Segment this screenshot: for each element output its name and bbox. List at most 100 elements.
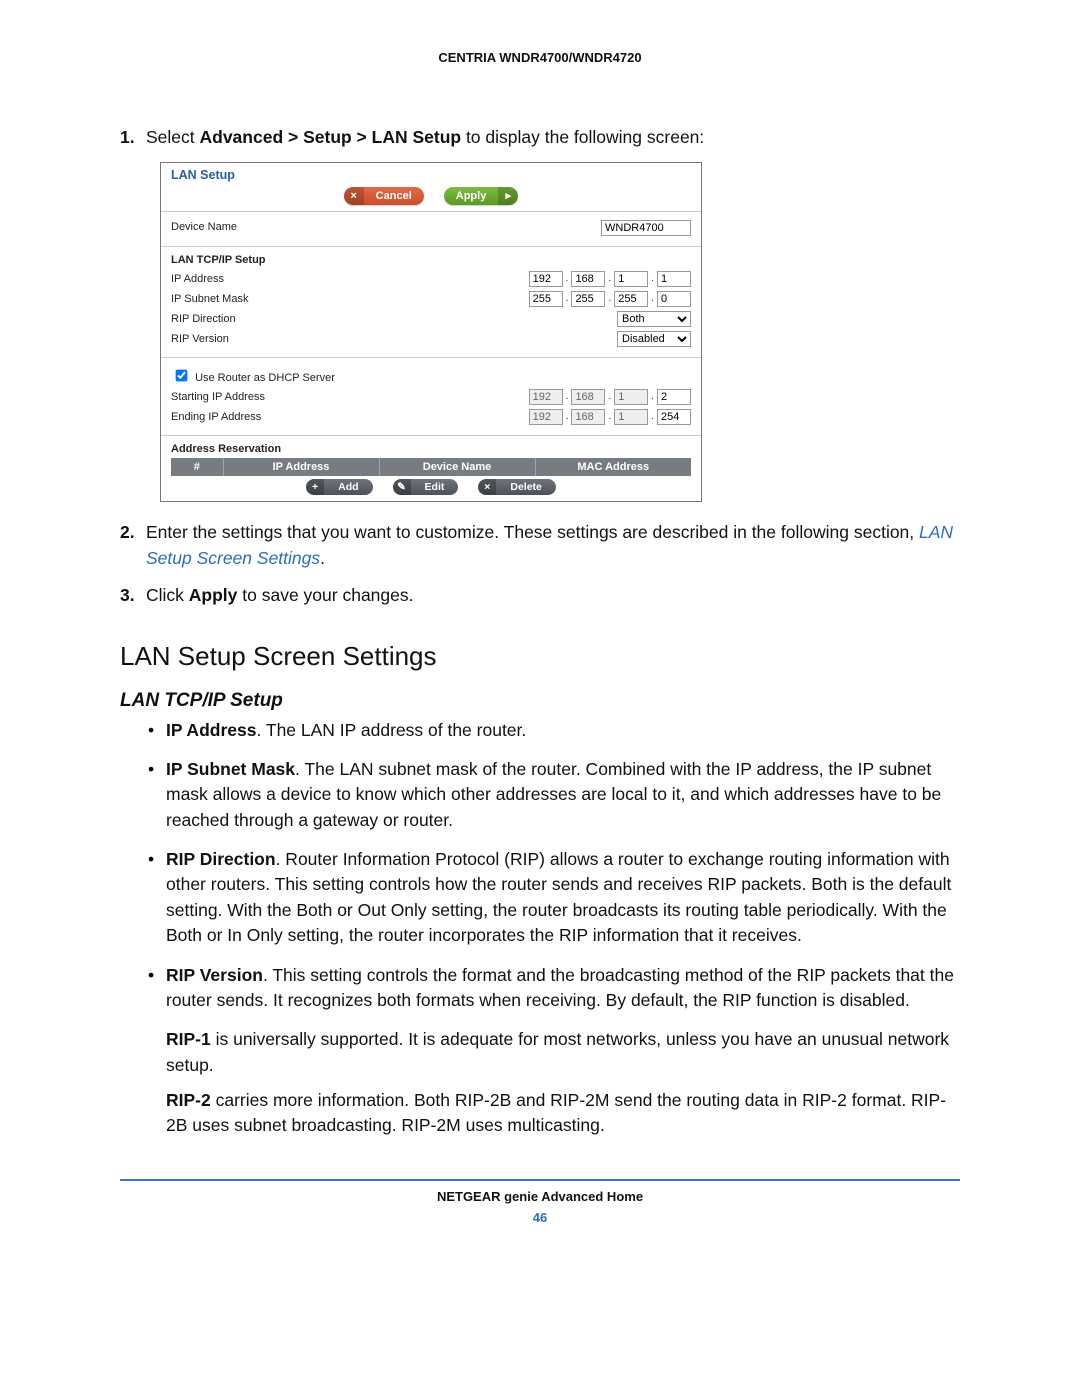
- close-icon: ×: [344, 187, 364, 205]
- start-octet-3: [614, 389, 648, 405]
- ip-address-inputs: . . .: [529, 271, 691, 287]
- start-ip-row: Starting IP Address . . .: [171, 387, 691, 407]
- step-1-pre: Select: [146, 127, 200, 147]
- subsection-heading: LAN TCP/IP Setup: [120, 690, 960, 712]
- step-2-post: .: [320, 548, 325, 568]
- subnet-row: IP Subnet Mask . . .: [171, 289, 691, 309]
- bullet-ip-address-text: . The LAN IP address of the router.: [256, 720, 526, 740]
- start-octet-4[interactable]: [657, 389, 691, 405]
- bullet-rip-direction-term: RIP Direction: [166, 849, 276, 869]
- bullet-rip-version-text: . This setting controls the format and t…: [166, 965, 954, 1010]
- subnet-octet-1[interactable]: [529, 291, 563, 307]
- footer-page-number: 46: [120, 1210, 960, 1225]
- subnet-octet-3[interactable]: [614, 291, 648, 307]
- end-octet-1: [529, 409, 563, 425]
- rip-version-select[interactable]: Disabled: [617, 331, 691, 347]
- dhcp-checkbox[interactable]: [176, 370, 188, 382]
- cancel-button-label: Cancel: [364, 189, 424, 203]
- bullet-rip-direction: RIP Direction. Router Information Protoc…: [148, 847, 960, 949]
- ip-octet-2[interactable]: [571, 271, 605, 287]
- delete-button[interactable]: × Delete: [478, 479, 556, 495]
- subnet-octet-4[interactable]: [657, 291, 691, 307]
- delete-button-label: Delete: [496, 480, 556, 494]
- rip1-para: RIP-1 is universally supported. It is ad…: [166, 1027, 960, 1078]
- pencil-icon: ✎: [393, 479, 411, 495]
- plus-icon: +: [306, 479, 324, 495]
- end-octet-4[interactable]: [657, 409, 691, 425]
- bullet-rip-version: RIP Version. This setting controls the f…: [148, 963, 960, 1014]
- lan-setup-panel: LAN Setup × Cancel Apply ▸ Device Name L…: [160, 162, 702, 502]
- step-2-text: Enter the settings that you want to cust…: [146, 520, 960, 571]
- start-ip-inputs: . . .: [529, 389, 691, 405]
- start-octet-2: [571, 389, 605, 405]
- rip2-text: carries more information. Both RIP-2B an…: [166, 1090, 946, 1135]
- step-3-post: to save your changes.: [237, 585, 413, 605]
- reservation-table: # IP Address Device Name MAC Address: [171, 458, 691, 476]
- doc-footer: NETGEAR genie Advanced Home 46: [120, 1189, 960, 1225]
- subnet-label: IP Subnet Mask: [171, 292, 469, 306]
- rip2-bold: RIP-2: [166, 1090, 211, 1110]
- col-mac: MAC Address: [535, 458, 691, 476]
- doc-header: CENTRIA WNDR4700/WNDR4720: [120, 50, 960, 65]
- rip-version-row: RIP Version Disabled: [171, 329, 691, 349]
- cancel-button[interactable]: × Cancel: [344, 187, 424, 205]
- step-2-pre: Enter the settings that you want to cust…: [146, 522, 919, 542]
- rip-direction-row: RIP Direction Both: [171, 309, 691, 329]
- step-3-pre: Click: [146, 585, 189, 605]
- add-button-label: Add: [324, 480, 372, 494]
- rip1-text: is universally supported. It is adequate…: [166, 1029, 949, 1074]
- footer-title: NETGEAR genie Advanced Home: [120, 1189, 960, 1204]
- step-2: 2. Enter the settings that you want to c…: [120, 520, 960, 571]
- rip-direction-label: RIP Direction: [171, 312, 469, 326]
- step-1-post: to display the following screen:: [461, 127, 704, 147]
- manual-page: CENTRIA WNDR4700/WNDR4720 1. Select Adva…: [0, 0, 1080, 1397]
- dhcp-checkbox-label: Use Router as DHCP Server: [195, 372, 335, 384]
- bullet-subnet-mask-term: IP Subnet Mask: [166, 759, 295, 779]
- apply-button-label: Apply: [444, 189, 499, 203]
- step-1-number: 1.: [120, 125, 146, 150]
- bullet-ip-address-term: IP Address: [166, 720, 256, 740]
- col-dev: Device Name: [379, 458, 535, 476]
- end-ip-row: Ending IP Address . . .: [171, 407, 691, 427]
- end-ip-label: Ending IP Address: [171, 410, 469, 424]
- subnet-inputs: . . .: [529, 291, 691, 307]
- step-1-text: Select Advanced > Setup > LAN Setup to d…: [146, 125, 960, 150]
- bullet-rip-direction-text: . Router Information Protocol (RIP) allo…: [166, 849, 951, 945]
- subnet-octet-2[interactable]: [571, 291, 605, 307]
- rip-direction-select[interactable]: Both: [617, 311, 691, 327]
- reservation-buttons: + Add ✎ Edit × Delete: [171, 476, 691, 501]
- end-ip-inputs: . . .: [529, 409, 691, 425]
- ip-octet-4[interactable]: [657, 271, 691, 287]
- start-ip-label: Starting IP Address: [171, 390, 469, 404]
- panel-title: LAN Setup: [161, 163, 701, 184]
- ip-address-label: IP Address: [171, 272, 469, 286]
- apply-button[interactable]: Apply ▸: [444, 187, 519, 205]
- step-1: 1. Select Advanced > Setup > LAN Setup t…: [120, 125, 960, 150]
- lan-tcpip-header: LAN TCP/IP Setup: [171, 253, 691, 269]
- dhcp-checkbox-row: Use Router as DHCP Server: [171, 364, 691, 387]
- step-3-text: Click Apply to save your changes.: [146, 583, 960, 608]
- bullet-ip-address: IP Address. The LAN IP address of the ro…: [148, 718, 960, 743]
- edit-button-label: Edit: [411, 480, 459, 494]
- col-ip: IP Address: [223, 458, 379, 476]
- bullet-rip-version-term: RIP Version: [166, 965, 263, 985]
- device-name-input[interactable]: [601, 220, 691, 236]
- x-icon: ×: [478, 479, 496, 495]
- step-1-path: Advanced > Setup > LAN Setup: [200, 127, 462, 147]
- step-2-number: 2.: [120, 520, 146, 571]
- add-button[interactable]: + Add: [306, 479, 372, 495]
- rip2-para: RIP-2 carries more information. Both RIP…: [166, 1088, 960, 1139]
- footer-rule: [120, 1179, 960, 1181]
- end-octet-2: [571, 409, 605, 425]
- dhcp-section: Use Router as DHCP Server Starting IP Ad…: [161, 358, 701, 436]
- ip-octet-3[interactable]: [614, 271, 648, 287]
- col-num: #: [171, 458, 223, 476]
- ip-octet-1[interactable]: [529, 271, 563, 287]
- device-name-row: Device Name: [171, 218, 691, 238]
- address-reservation-header: Address Reservation: [171, 442, 691, 458]
- device-name-label: Device Name: [171, 220, 469, 236]
- address-reservation-section: Address Reservation # IP Address Device …: [161, 436, 701, 501]
- edit-button[interactable]: ✎ Edit: [393, 479, 459, 495]
- bullet-list: IP Address. The LAN IP address of the ro…: [120, 718, 960, 1014]
- bullet-subnet-mask: IP Subnet Mask. The LAN subnet mask of t…: [148, 757, 960, 833]
